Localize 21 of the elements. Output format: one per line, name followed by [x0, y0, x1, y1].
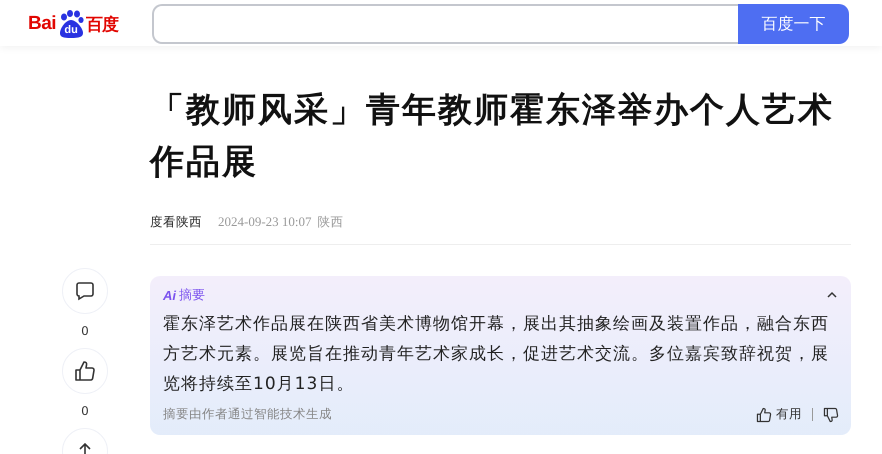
- location: 陕西: [318, 214, 344, 230]
- comment-icon: [75, 281, 95, 301]
- thumbs-down-button[interactable]: [823, 406, 839, 422]
- summary-label: 摘要: [179, 287, 205, 304]
- like-count: 0: [81, 403, 89, 420]
- summary-text: 霍东泽艺术作品展在陕西省美术博物馆开幕，展出其抽象绘画及装置作品，融合东西方艺术元素。展览旨在推动青年艺术家成长，促进艺术交流。多位嘉宾致辞祝贺，展览将持续至10月13日。: [163, 313, 830, 396]
- comment-button[interactable]: [62, 268, 108, 314]
- thumbs-up-icon: [74, 360, 96, 382]
- baidu-logo[interactable]: Bai du 百度: [28, 9, 132, 39]
- useful-button[interactable]: 有用: [756, 406, 802, 423]
- comment-count: 0: [81, 323, 89, 340]
- thumbs-down-icon: [823, 406, 839, 422]
- summary-note: 摘要由作者通过智能技术生成: [163, 406, 332, 423]
- search-field[interactable]: [152, 4, 738, 44]
- thumbs-up-icon: [756, 406, 772, 422]
- search-button[interactable]: 百度一下: [738, 4, 849, 44]
- article-title: 「教师风采」青年教师霍东泽举办个人艺术作品展: [150, 89, 835, 184]
- like-button[interactable]: [62, 348, 108, 394]
- ai-label: Ai: [163, 288, 176, 302]
- publish-date: 2024-09-23 10:07: [218, 214, 312, 230]
- author-name[interactable]: 度看陕西: [150, 214, 202, 230]
